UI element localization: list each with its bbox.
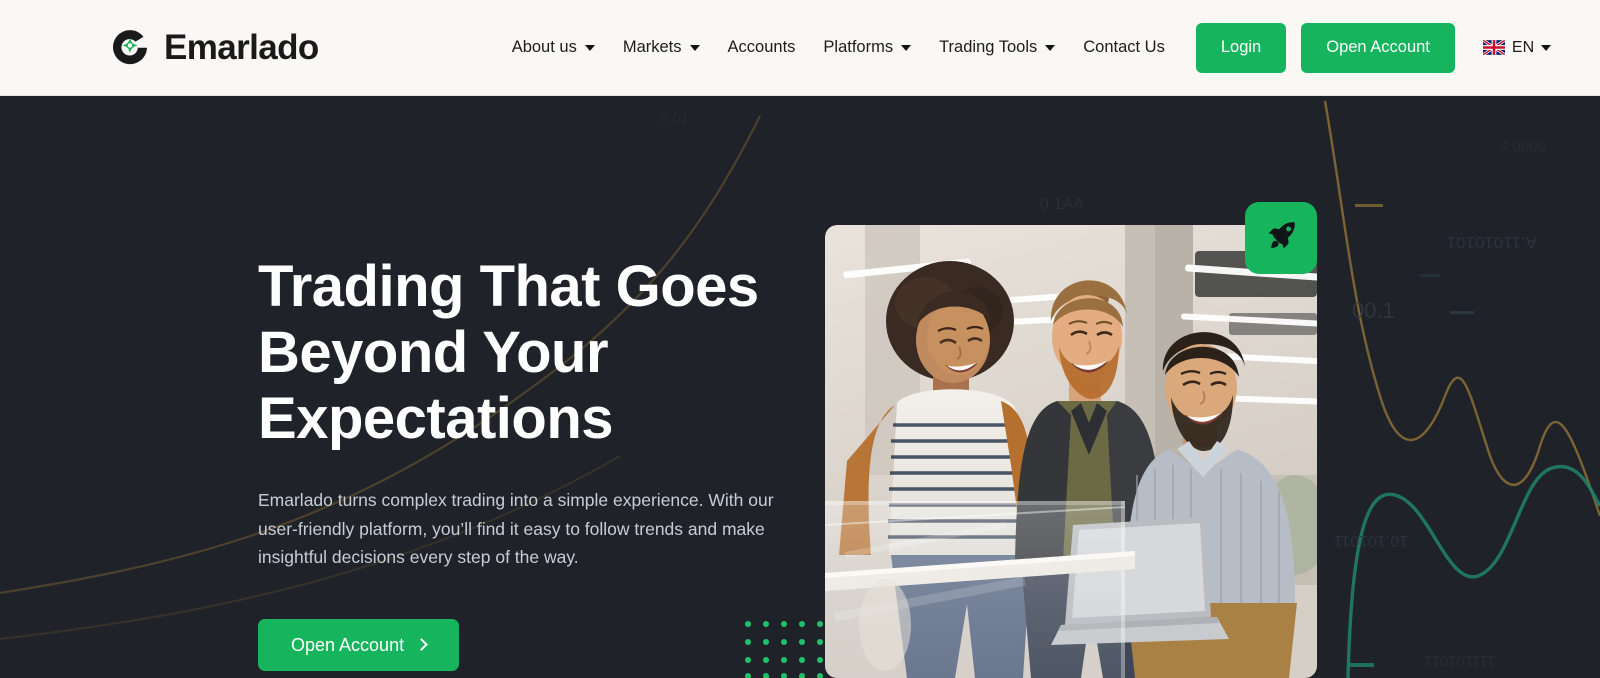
nav-item-accounts[interactable]: Accounts [714,38,810,57]
office-team-photo [825,225,1317,678]
hero-title-line-3: Expectations [258,386,614,452]
login-button[interactable]: Login [1195,22,1287,73]
hero-section: 00.1 0.1AA A.11010101 10.101011 11110101… [0,96,1600,678]
nav-item-about-us[interactable]: About us [498,38,609,57]
nav-item-markets[interactable]: Markets [609,38,714,57]
brand-name: Emarlado [164,28,319,67]
nav-item-contact-us[interactable]: Contact Us [1069,38,1179,57]
hero-subtitle: Emarlado turns complex trading into a si… [258,490,774,568]
chevron-down-icon [1541,44,1552,51]
rocket-badge [1245,202,1317,274]
open-account-button-header[interactable]: Open Account [1301,22,1455,73]
chevron-down-icon [1045,44,1056,51]
language-selector[interactable]: EN [1482,38,1552,57]
brand-logo[interactable]: Emarlado [107,25,319,71]
hero-title-line-1: Trading That Goes [258,254,759,319]
emarlado-ring-star-logo-icon [107,25,153,71]
chevron-down-icon [584,44,595,51]
hero-title-line-2: Beyond Your [258,320,609,386]
uk-flag-icon [1482,40,1505,55]
rocket-icon [1264,219,1298,258]
nav-item-platforms[interactable]: Platforms [809,38,925,57]
primary-nav: About us Markets Accounts Platforms Trad… [498,22,1552,73]
chevron-down-icon [901,44,912,51]
nav-item-trading-tools[interactable]: Trading Tools [925,38,1069,57]
nav-label: About us [511,38,577,56]
chevron-down-icon [689,44,700,51]
language-code: EN [1511,38,1535,56]
nav-label: Trading Tools [939,38,1038,56]
nav-label: Platforms [823,38,894,56]
green-dot-grid-icon [745,621,823,678]
nav-label: Markets [622,38,682,56]
chevron-right-icon [415,638,428,652]
hero-cta-label: Open Account [291,634,405,655]
hero-photo [825,225,1317,678]
nav-label: Contact Us [1083,38,1165,56]
hero-title: Trading That Goes Beyond Your Expectatio… [258,254,818,452]
site-header: Emarlado About us Markets Accounts Platf… [0,0,1600,96]
nav-label: Accounts [727,38,796,56]
open-account-button-hero[interactable]: Open Account [258,619,460,672]
hero-copy: Trading That Goes Beyond Your Expectatio… [258,254,818,672]
